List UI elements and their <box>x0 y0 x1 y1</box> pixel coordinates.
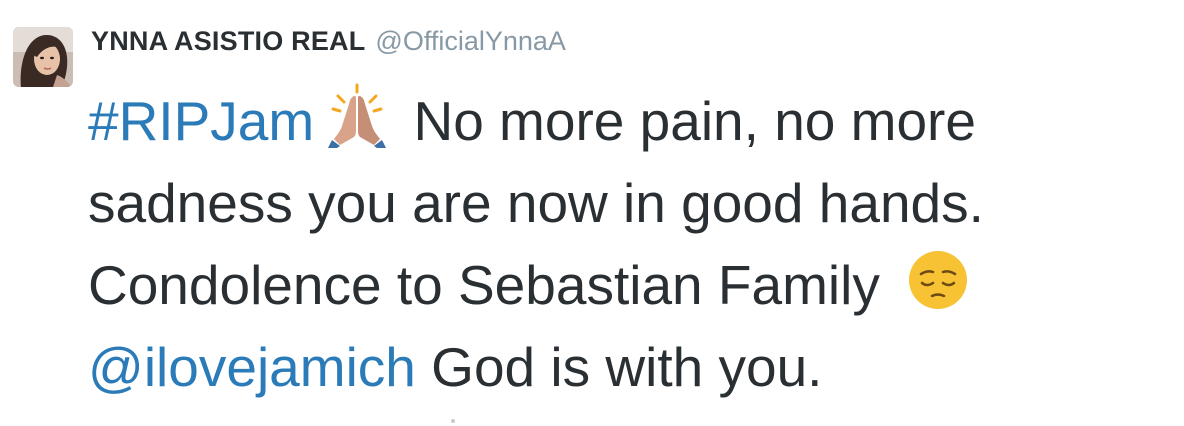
line-4-text: God is with you. <box>415 336 823 398</box>
author-handle[interactable]: @OfficialYnnaA <box>375 26 566 57</box>
tweet-line-3: Condolence to Sebastian Family <box>88 244 1178 326</box>
tweet-line-4: @ilovejamich God is with you. <box>88 326 1178 408</box>
tweet-card: YNNA ASISTIO REAL @OfficialYnnaA #RIPJam… <box>0 0 1184 426</box>
tweet-line-2: sadness you are now in good hands. <box>88 172 984 234</box>
line-1-text: No more pain, no more <box>398 90 976 152</box>
folded-hands-icon <box>324 82 390 148</box>
author-display-name[interactable]: YNNA ASISTIO REAL <box>91 26 365 57</box>
divider-dot <box>451 419 455 423</box>
tweet-line-1: #RIPJam No more pain, no more <box>88 80 1178 162</box>
line-3-text: Condolence to Sebastian Family <box>88 254 896 316</box>
tweet-header: YNNA ASISTIO REAL @OfficialYnnaA <box>91 26 566 66</box>
avatar[interactable] <box>13 27 73 87</box>
tweet-text: #RIPJam No more pain, no more sadness yo… <box>88 80 1178 408</box>
avatar-image <box>13 27 73 87</box>
pensive-face-icon <box>905 246 971 312</box>
hashtag-link[interactable]: #RIPJam <box>88 90 314 152</box>
mention-link[interactable]: @ilovejamich <box>88 336 416 398</box>
